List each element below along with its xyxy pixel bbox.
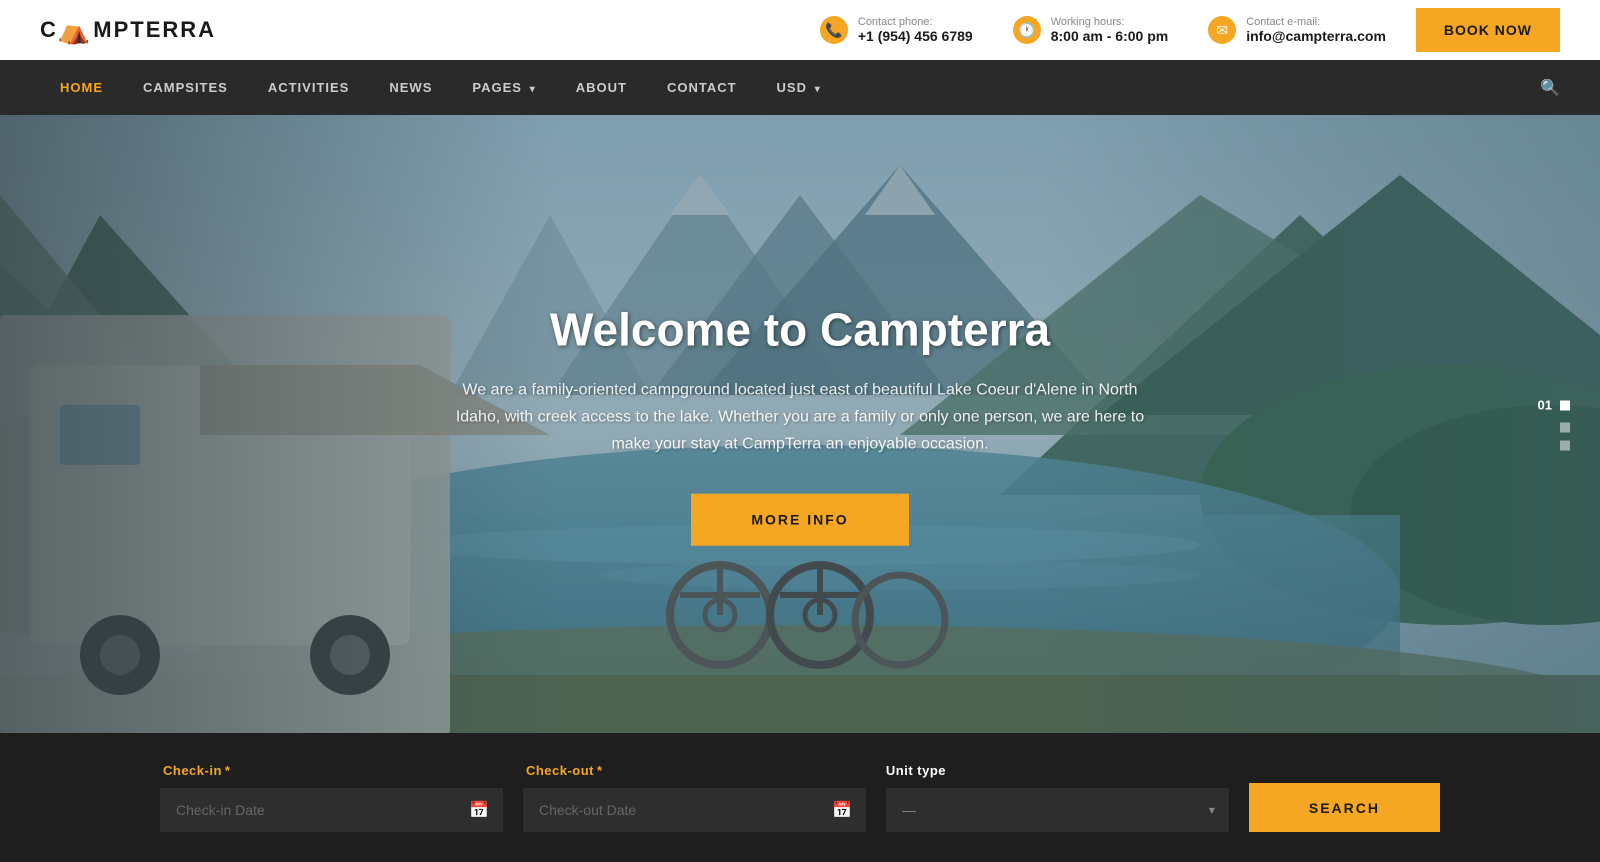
email-info: ✉ Contact e-mail: info@campterra.com — [1208, 16, 1386, 44]
unit-type-field: Unit type — Tent RV Cabin ▾ — [886, 763, 1229, 832]
more-info-button[interactable]: MORE INFO — [691, 493, 908, 545]
checkin-required: * — [225, 763, 231, 778]
hours-info: 🕐 Working hours: 8:00 am - 6:00 pm — [1013, 16, 1169, 44]
calendar-icon-checkout: 📅 — [832, 800, 852, 820]
hero-content: Welcome to Campterra We are a family-ori… — [450, 303, 1150, 546]
hours-label: Working hours: — [1051, 16, 1169, 28]
nav-item-activities[interactable]: ACTIVITIES — [248, 62, 370, 113]
checkin-label: Check-in* — [160, 763, 503, 778]
search-button[interactable]: SEARCH — [1249, 783, 1440, 832]
hero-description: We are a family-oriented campground loca… — [450, 377, 1150, 459]
nav-link-activities[interactable]: ACTIVITIES — [248, 62, 370, 113]
nav-item-usd[interactable]: USD ▾ — [757, 62, 841, 113]
slide-indicators: 01 — [1538, 398, 1570, 451]
email-icon: ✉ — [1208, 16, 1236, 44]
hours-text: Working hours: 8:00 am - 6:00 pm — [1051, 16, 1169, 44]
pages-arrow-icon: ▾ — [526, 84, 536, 95]
nav-link-home[interactable]: HOME — [40, 62, 123, 113]
checkout-label: Check-out* — [523, 763, 866, 778]
email-label: Contact e-mail: — [1246, 16, 1386, 28]
top-bar-info: 📞 Contact phone: +1 (954) 456 6789 🕐 Wor… — [820, 16, 1386, 44]
nav-link-usd[interactable]: USD ▾ — [757, 62, 841, 113]
nav-bar: HOME CAMPSITES ACTIVITIES NEWS PAGES ▾ A… — [0, 60, 1600, 115]
checkout-required: * — [597, 763, 603, 778]
checkin-input-wrap: 📅 — [160, 788, 503, 832]
booking-bar: Check-in* 📅 Check-out* 📅 Unit type — Ten… — [0, 733, 1600, 862]
checkin-field: Check-in* 📅 — [160, 763, 503, 832]
checkin-input[interactable] — [160, 788, 503, 832]
nav-link-pages[interactable]: PAGES ▾ — [452, 62, 555, 113]
top-bar: C⛺MPTERRA 📞 Contact phone: +1 (954) 456 … — [0, 0, 1600, 60]
unit-type-label: Unit type — [886, 763, 1229, 778]
logo: C⛺MPTERRA — [40, 15, 216, 46]
checkout-input[interactable] — [523, 788, 866, 832]
clock-icon: 🕐 — [1013, 16, 1041, 44]
usd-arrow-icon: ▾ — [811, 84, 821, 95]
select-arrow-icon: ▾ — [1209, 803, 1215, 817]
slide-dot-1[interactable] — [1560, 400, 1570, 410]
nav-link-about[interactable]: ABOUT — [556, 62, 647, 113]
nav-links: HOME CAMPSITES ACTIVITIES NEWS PAGES ▾ A… — [40, 62, 841, 113]
nav-item-pages[interactable]: PAGES ▾ — [452, 62, 555, 113]
slide-dot-2[interactable] — [1560, 423, 1570, 433]
slide-number: 01 — [1538, 398, 1570, 413]
unit-type-wrap: — Tent RV Cabin ▾ — [886, 788, 1229, 832]
slide-current-number: 01 — [1538, 398, 1552, 413]
calendar-icon-checkin: 📅 — [469, 800, 489, 820]
logo-c: C — [40, 17, 58, 43]
checkout-field: Check-out* 📅 — [523, 763, 866, 832]
hero-title: Welcome to Campterra — [450, 303, 1150, 357]
nav-item-news[interactable]: NEWS — [369, 62, 452, 113]
logo-icon: ⛺ — [58, 15, 92, 46]
nav-item-home[interactable]: HOME — [40, 62, 123, 113]
checkout-input-wrap: 📅 — [523, 788, 866, 832]
email-text: Contact e-mail: info@campterra.com — [1246, 16, 1386, 44]
phone-label: Contact phone: — [858, 16, 973, 28]
unit-type-select[interactable]: — Tent RV Cabin — [886, 788, 1229, 832]
email-value: info@campterra.com — [1246, 28, 1386, 44]
nav-item-contact[interactable]: CONTACT — [647, 62, 757, 113]
phone-number: +1 (954) 456 6789 — [858, 28, 973, 44]
nav-link-campsites[interactable]: CAMPSITES — [123, 62, 248, 113]
slide-dot-group — [1560, 423, 1570, 451]
phone-icon: 📞 — [820, 16, 848, 44]
slide-dot-3[interactable] — [1560, 441, 1570, 451]
nav-item-about[interactable]: ABOUT — [556, 62, 647, 113]
logo-text: MPTERRA — [93, 17, 216, 43]
phone-info: 📞 Contact phone: +1 (954) 456 6789 — [820, 16, 973, 44]
search-icon[interactable]: 🔍 — [1540, 78, 1560, 98]
nav-link-news[interactable]: NEWS — [369, 62, 452, 113]
book-now-button[interactable]: BOOK NOW — [1416, 8, 1560, 52]
phone-text: Contact phone: +1 (954) 456 6789 — [858, 16, 973, 44]
nav-link-contact[interactable]: CONTACT — [647, 62, 757, 113]
hours-value: 8:00 am - 6:00 pm — [1051, 28, 1169, 44]
hero-section: Welcome to Campterra We are a family-ori… — [0, 115, 1600, 733]
nav-item-campsites[interactable]: CAMPSITES — [123, 62, 248, 113]
